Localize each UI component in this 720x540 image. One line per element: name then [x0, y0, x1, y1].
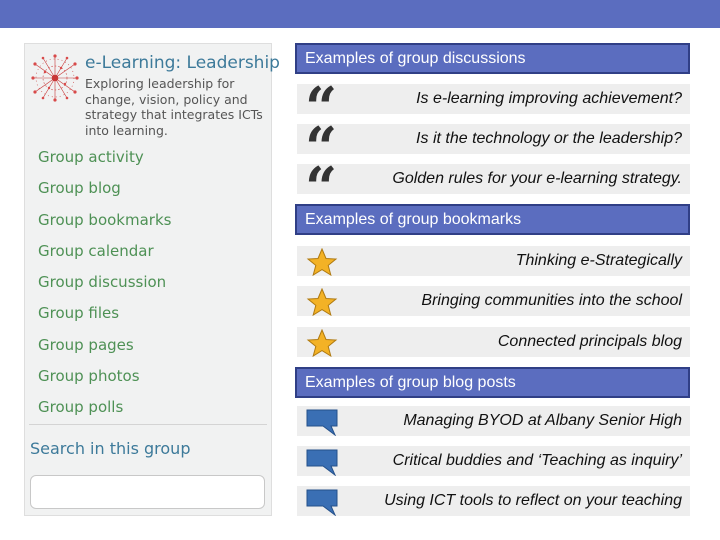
speech-bubble-icon [306, 449, 338, 476]
menu-item-group-files[interactable]: Group files [38, 303, 171, 334]
blog-post-item-title[interactable]: Using ICT tools to reflect on your teach… [384, 486, 682, 516]
bookmark-item-title[interactable]: Connected principals blog [498, 327, 682, 357]
bookmark-item-title[interactable]: Thinking e-Strategically [516, 246, 682, 276]
discussion-item-title[interactable]: Is e-learning improving achievement? [416, 84, 682, 114]
blog-post-item[interactable]: Using ICT tools to reflect on your teach… [297, 486, 690, 516]
blog-post-item[interactable]: Critical buddies and ‘Teaching as inquir… [297, 446, 690, 476]
search-label: Search in this group [30, 439, 191, 458]
top-bar [0, 0, 720, 28]
discussion-item[interactable]: “ Is it the technology or the leadership… [297, 120, 690, 176]
discussion-item[interactable]: “ Is e-learning improving achievement? [297, 80, 690, 136]
bookmark-item-title[interactable]: Bringing communities into the school [421, 286, 682, 316]
bookmark-item[interactable]: Connected principals blog [297, 327, 690, 357]
menu-item-group-blog[interactable]: Group blog [38, 178, 171, 209]
group-title[interactable]: e-Learning: Leadership [85, 53, 280, 73]
menu-item-group-discussion[interactable]: Group discussion [38, 272, 171, 303]
discussions-section-header: Examples of group discussions [295, 43, 690, 74]
blog-post-item-title[interactable]: Managing BYOD at Albany Senior High [403, 406, 682, 436]
quote-icon: “ [305, 75, 337, 141]
menu-item-group-activity[interactable]: Group activity [38, 147, 171, 178]
bookmark-item[interactable]: Thinking e-Strategically [297, 246, 690, 276]
group-header: e-Learning: Leadership Exploring leaders… [31, 52, 280, 142]
bookmark-item[interactable]: Bringing communities into the school [297, 286, 690, 316]
discussion-item[interactable]: “ Golden rules for your e-learning strat… [297, 160, 690, 216]
speech-bubble-icon [306, 489, 338, 516]
star-icon [306, 248, 338, 276]
star-icon [306, 288, 338, 316]
blog-post-item-title[interactable]: Critical buddies and ‘Teaching as inquir… [393, 446, 682, 476]
network-logo-icon [31, 54, 79, 102]
discussion-item-title[interactable]: Is it the technology or the leadership? [416, 124, 682, 154]
menu-item-group-photos[interactable]: Group photos [38, 366, 171, 397]
blog-posts-section-header: Examples of group blog posts [295, 367, 690, 398]
quote-icon: “ [305, 115, 337, 181]
speech-bubble-icon [306, 409, 338, 436]
menu-item-group-pages[interactable]: Group pages [38, 335, 171, 366]
discussion-item-title[interactable]: Golden rules for your e-learning strateg… [392, 164, 682, 194]
search-input[interactable] [30, 475, 265, 509]
bookmarks-section-header: Examples of group bookmarks [295, 204, 690, 235]
menu-item-group-calendar[interactable]: Group calendar [38, 241, 171, 272]
menu-item-group-bookmarks[interactable]: Group bookmarks [38, 210, 171, 241]
blog-post-item[interactable]: Managing BYOD at Albany Senior High [297, 406, 690, 436]
quote-icon: “ [305, 155, 337, 221]
group-sidebar: e-Learning: Leadership Exploring leaders… [24, 43, 280, 516]
star-icon [306, 329, 338, 357]
group-description: Exploring leadership for change, vision,… [85, 76, 263, 138]
group-menu: Group activity Group blog Group bookmark… [38, 147, 171, 429]
divider [29, 424, 267, 425]
